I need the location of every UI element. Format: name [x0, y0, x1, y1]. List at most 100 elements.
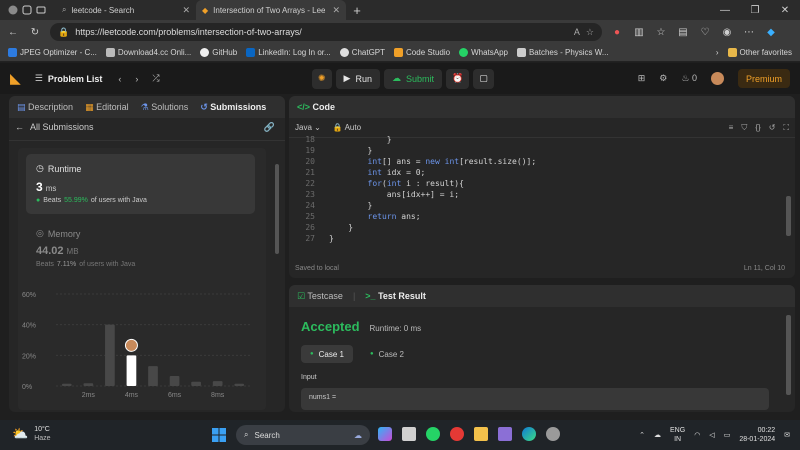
test-scrollbar[interactable]	[786, 313, 791, 409]
code-line[interactable]: 23 ans[idx++] = i;	[293, 189, 773, 200]
case-2-button[interactable]: ● Case 2	[361, 345, 413, 363]
bookmarks-more-icon[interactable]: ›	[716, 48, 719, 57]
memory-card[interactable]: ◎ Memory 44.02 MB Beats 7.11% of users w…	[26, 224, 255, 280]
fullscreen-icon[interactable]: ⛶	[783, 123, 789, 133]
favorites-icon[interactable]: ☆	[654, 25, 668, 39]
settings-icon[interactable]: ⚙	[659, 73, 667, 84]
format-icon[interactable]: ≡	[729, 123, 734, 133]
wifi-icon[interactable]: ◠	[694, 431, 700, 439]
shuffle-icon[interactable]: ⤮	[152, 73, 159, 84]
premium-button[interactable]: Premium	[737, 69, 790, 88]
file-explorer-icon[interactable]	[474, 427, 488, 441]
runtime-card[interactable]: ◷ Runtime 3 ms ● Beats 55.99% of users w…	[26, 154, 255, 214]
copilot-icon[interactable]: ◆	[764, 25, 778, 39]
left-scrollbar[interactable]	[274, 156, 280, 406]
notifications-icon[interactable]: ✉	[784, 431, 790, 439]
calculator-app-icon[interactable]	[498, 427, 512, 441]
task-view-icon[interactable]	[402, 427, 416, 441]
new-tab-icon[interactable]: +	[350, 3, 364, 18]
link-icon[interactable]: 🔗	[264, 122, 275, 133]
extension-icon[interactable]: ●	[610, 25, 624, 39]
bookmark-linkedin[interactable]: LinkedIn: Log In or...	[246, 48, 331, 57]
edge-browser-icon[interactable]	[522, 427, 536, 441]
run-button[interactable]: ▶ Run	[335, 68, 380, 89]
tab-submissions[interactable]: ↺ Submissions	[200, 102, 266, 113]
code-line[interactable]: 19 }	[293, 145, 773, 156]
submit-button[interactable]: ☁ Submit	[383, 68, 442, 89]
bookmark-download4[interactable]: Download4.cc Onli...	[105, 48, 191, 57]
battery-icon[interactable]: ▭	[724, 431, 731, 439]
menu-icon[interactable]: ⋯	[742, 25, 756, 39]
code-line[interactable]: 21 int idx = 0;	[293, 167, 773, 178]
browser-tab-leetcode[interactable]: ◆ Intersection of Two Arrays - Leet ✕	[196, 0, 346, 20]
copilot-app-icon[interactable]	[378, 427, 392, 441]
code-line[interactable]: 18 }	[293, 134, 773, 145]
next-problem-icon[interactable]: ›	[135, 74, 138, 84]
other-favorites[interactable]: Other favorites	[727, 48, 792, 57]
code-editor[interactable]: 18 } 19 } 20 int[] ans = new int[result.si…	[293, 134, 773, 254]
profile-icon[interactable]	[6, 3, 20, 17]
problem-list-link[interactable]: Problem List	[48, 74, 103, 84]
volume-icon[interactable]: ◁	[709, 431, 714, 439]
code-line[interactable]: 25 return ans;	[293, 211, 773, 222]
notes-button[interactable]: ▢	[473, 68, 494, 89]
weather-widget[interactable]: ⛅ 10°C Haze	[12, 425, 51, 443]
tab-solutions[interactable]: ⚗ Solutions	[141, 102, 189, 113]
close-icon[interactable]: ✕	[182, 5, 190, 16]
close-icon[interactable]: ✕	[332, 5, 340, 16]
bookmark-code-studio[interactable]: Code Studio	[394, 48, 450, 57]
editor-scrollbar[interactable]	[786, 136, 791, 256]
url-field[interactable]: 🔒 https://leetcode.com/problems/intersec…	[50, 23, 602, 41]
reset-icon[interactable]: ↺	[769, 123, 776, 133]
all-submissions-link[interactable]: ← All Submissions	[15, 122, 94, 132]
auto-mode[interactable]: 🔒 Auto	[333, 123, 361, 132]
bookmark-github[interactable]: GitHub	[200, 48, 237, 57]
media-app-icon[interactable]	[450, 427, 464, 441]
minimize-icon[interactable]: —	[710, 3, 740, 17]
clock[interactable]: 00:22 28-01-2024	[739, 426, 775, 444]
language-indicator[interactable]: ENG IN	[670, 426, 685, 444]
tab-actions-icon[interactable]	[34, 3, 48, 17]
close-window-icon[interactable]: ✕	[770, 3, 800, 17]
split-screen-icon[interactable]: ▥	[632, 25, 646, 39]
whatsapp-app-icon[interactable]	[426, 427, 440, 441]
browser-tab-search[interactable]: ⌕ leetcode - Search ✕	[56, 0, 196, 20]
code-line[interactable]: 24 }	[293, 200, 773, 211]
workspaces-icon[interactable]	[20, 3, 34, 17]
bookmark-whatsapp[interactable]: WhatsApp	[459, 48, 508, 57]
profile-icon[interactable]: ◉	[720, 25, 734, 39]
star-icon[interactable]: ☆	[586, 27, 594, 38]
code-line[interactable]: 27}	[293, 233, 773, 244]
bookmark-icon[interactable]: ⛉	[741, 123, 747, 133]
code-line[interactable]: 26 }	[293, 222, 773, 233]
refresh-icon[interactable]: ↻	[28, 25, 42, 39]
back-icon[interactable]: ←	[6, 25, 20, 39]
code-line[interactable]: 22 for(int i : result){	[293, 178, 773, 189]
tab-description[interactable]: ▤ Description	[17, 102, 73, 113]
tab-testcase[interactable]: ☑ Testcase	[297, 291, 343, 302]
bookmark-chatgpt[interactable]: ChatGPT	[339, 48, 385, 57]
prev-problem-icon[interactable]: ‹	[118, 74, 121, 84]
zoom-icon[interactable]: A	[574, 27, 580, 37]
leetcode-logo-icon[interactable]: ◣	[10, 70, 21, 87]
debug-button[interactable]: ✺	[312, 68, 332, 89]
heartbeat-icon[interactable]: ♡	[698, 25, 712, 39]
settings-app-icon[interactable]	[546, 427, 560, 441]
bookmark-jpeg-optimizer[interactable]: JPEG Optimizer - C...	[8, 48, 97, 57]
taskbar-search[interactable]: ⌕ Search ☁	[236, 425, 370, 445]
tab-editorial[interactable]: ▦ Editorial	[85, 102, 129, 113]
case-1-button[interactable]: ● Case 1	[301, 345, 353, 363]
code-line[interactable]: 20 int[] ans = new int[result.size()];	[293, 156, 773, 167]
start-button[interactable]	[212, 428, 226, 442]
tray-overflow-icon[interactable]: ⌃	[639, 431, 645, 439]
streak-counter[interactable]: ♨ 0	[681, 73, 697, 84]
onedrive-icon[interactable]: ☁	[654, 431, 661, 439]
maximize-icon[interactable]: ❐	[740, 3, 770, 17]
bookmark-batches[interactable]: Batches - Physics W...	[516, 48, 609, 57]
braces-icon[interactable]: {}	[755, 123, 760, 133]
timer-button[interactable]: ⏰	[446, 68, 470, 89]
layout-icon[interactable]: ⊞	[638, 73, 646, 84]
collections-icon[interactable]: ▤	[676, 25, 690, 39]
tab-test-result[interactable]: >_ Test Result	[365, 291, 426, 301]
language-select[interactable]: Java ⌄	[295, 123, 321, 132]
